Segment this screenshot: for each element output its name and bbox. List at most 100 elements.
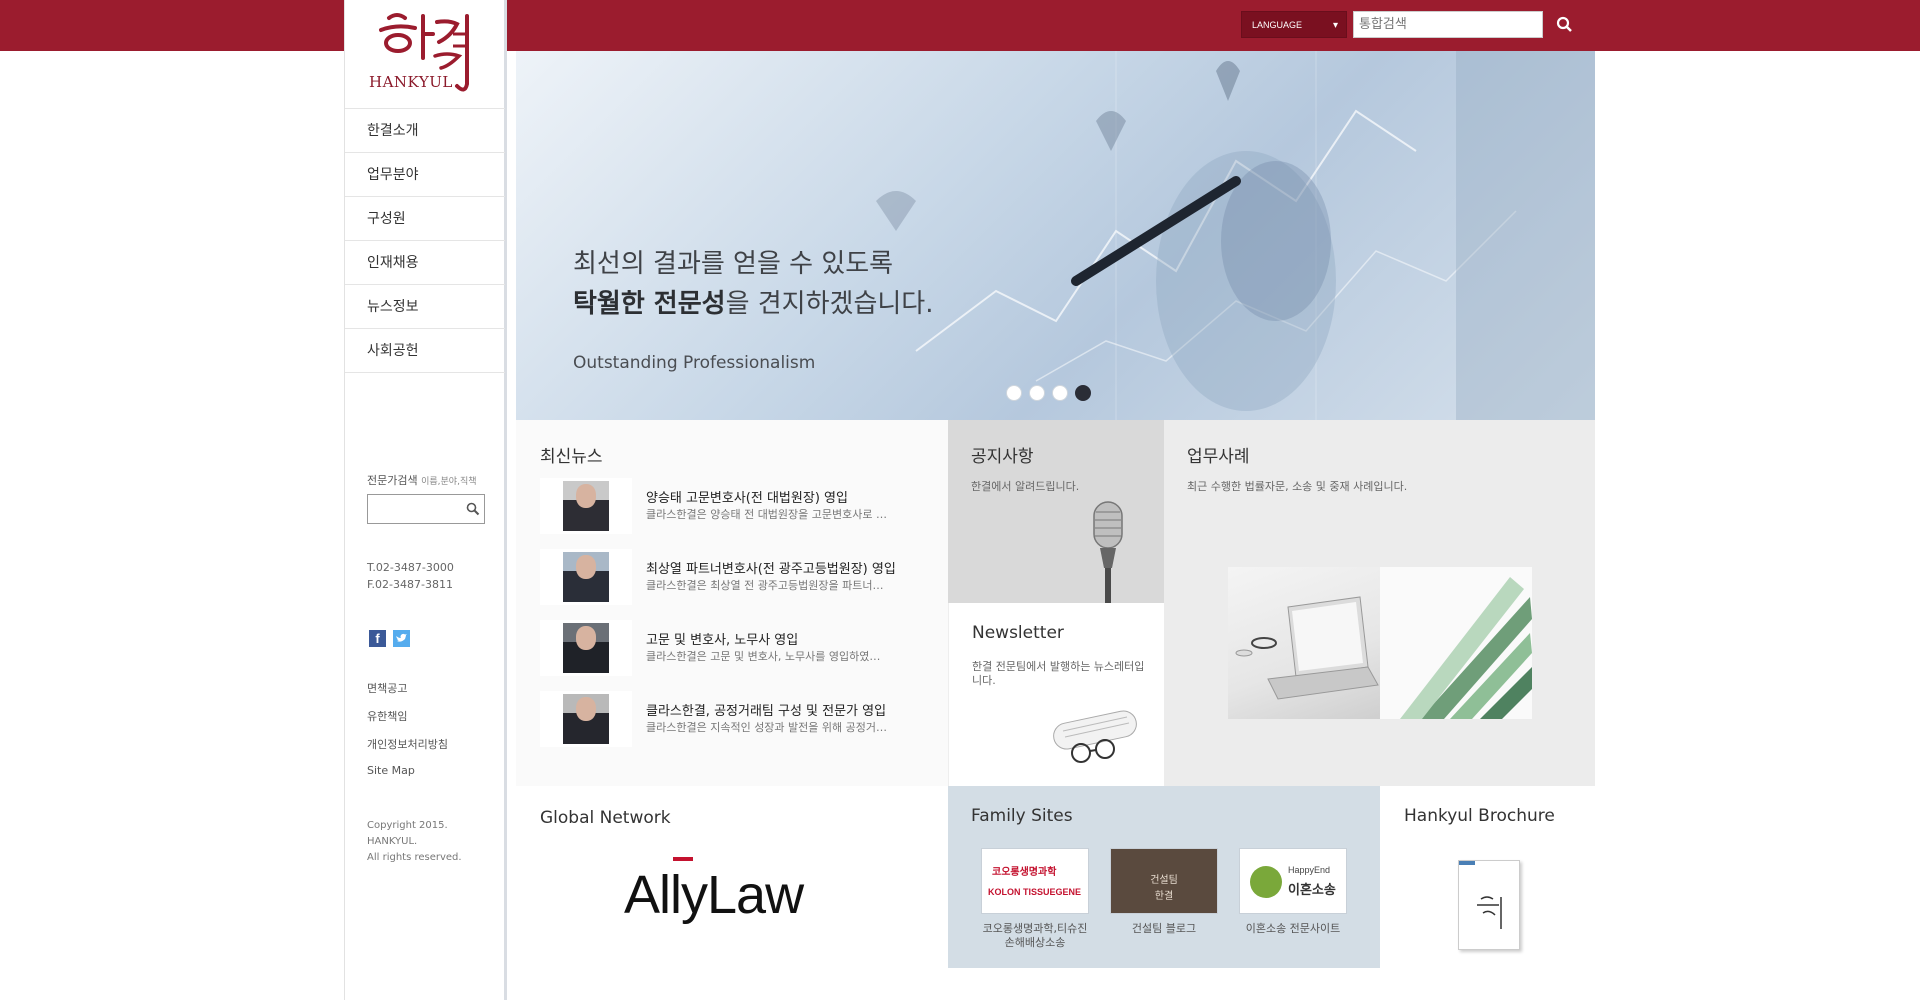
nav-item-careers[interactable]: 인재채용	[345, 241, 505, 285]
phone-number: T.02-3487-3000	[367, 561, 454, 574]
facebook-icon[interactable]: f	[369, 630, 386, 647]
allylaw-accent-bar	[673, 857, 693, 861]
expert-search-title: 전문가검색	[367, 474, 418, 487]
footer-link-sitemap[interactable]: Site Map	[367, 764, 448, 792]
news-description: 클라스한결은 최상열 전 광주고등법원장을 파트너…	[646, 579, 884, 592]
brochure-cover-image	[1458, 860, 1520, 950]
notice-title: 공지사항	[971, 447, 1034, 467]
business-cases-panel[interactable]: 업무사례 최근 수행한 법률자문, 소송 및 중재 사례입니다.	[1164, 420, 1595, 786]
language-select[interactable]: LANGUAGE ▾	[1241, 11, 1347, 38]
slide-indicators	[1006, 385, 1098, 405]
construction-blog-logo-line2: 한결	[1154, 891, 1174, 902]
kolon-logo-line2: KOLON TISSUEGENE	[988, 887, 1082, 897]
news-thumbnail	[540, 478, 632, 534]
family-site-label: 건설팀 블로그	[1131, 922, 1197, 935]
brochure-title: Hankyul Brochure	[1404, 806, 1555, 826]
news-thumbnail	[540, 691, 632, 747]
family-site-construction-blog[interactable]: 건설팀 한결 건설팀 블로그	[1110, 848, 1218, 936]
newsletter-title: Newsletter	[972, 623, 1064, 643]
happyend-logo-line2: 이혼소송	[1288, 883, 1336, 898]
expert-search-input[interactable]	[367, 494, 485, 524]
sidebar: HANKYUL 한결소개 업무분야 구성원 인재채용 뉴스정보 사회공헌 전문가…	[344, 0, 507, 1000]
hero-subtitle: Outstanding Professionalism	[573, 353, 816, 373]
fax-number: F.02-3487-3811	[367, 578, 453, 591]
news-headline: 클라스한결, 공정거래팀 구성 및 전문가 영입	[646, 704, 887, 719]
latest-news-panel: 최신뉴스 양승태 고문변호사(전 대법원장) 영입 클라스한결은 양승태 전 대…	[516, 420, 948, 786]
hero-headline-rest: 을 견지하겠습니다.	[725, 289, 934, 319]
microphone-icon	[1093, 501, 1123, 608]
family-site-label: 이혼소송 전문사이트	[1245, 922, 1341, 935]
news-description: 클라스한결은 지속적인 성장과 발전을 위해 공정거…	[646, 721, 888, 734]
laptop-image	[1228, 567, 1380, 719]
newsletter-panel[interactable]: Newsletter 한결 전문팀에서 발행하는 뉴스레터입니다.	[948, 603, 1164, 786]
copyright-line: Copyright 2015.	[367, 820, 448, 831]
family-sites-panel: Family Sites 코오롱생명과학 KOLON TISSUEGENE 코오…	[948, 786, 1380, 968]
hero-headline-line1: 최선의 결과를 얻을 수 있도록	[573, 249, 894, 279]
footer-link-disclaimer[interactable]: 면책공고	[367, 680, 448, 708]
folders-image	[1380, 567, 1532, 719]
news-thumbnail	[540, 549, 632, 605]
logo-text: HANKYUL	[369, 73, 453, 91]
news-item[interactable]: 양승태 고문변호사(전 대법원장) 영입 클라스한결은 양승태 전 대법원장을 …	[540, 478, 934, 534]
nav-item-about[interactable]: 한결소개	[345, 109, 505, 153]
happyend-logo-line1: HappyEnd	[1288, 865, 1331, 875]
allylaw-logo[interactable]: AllyLaw	[612, 854, 852, 938]
expert-search-label: 전문가검색 이름,분야,직책	[367, 472, 477, 488]
hero-headline-line2: 탁월한 전문성을 견지하겠습니다.	[573, 283, 933, 320]
chevron-down-icon: ▾	[1332, 20, 1338, 31]
allylaw-logo-text: AllyLaw	[624, 865, 804, 925]
hero-banner[interactable]: 최선의 결과를 얻을 수 있도록 탁월한 전문성을 견지하겠습니다. Outst…	[516, 51, 1595, 420]
brochure-panel[interactable]: Hankyul Brochure	[1380, 786, 1595, 968]
family-site-kolon[interactable]: 코오롱생명과학 KOLON TISSUEGENE 코오롱생명과학,티슈진 손해배…	[981, 848, 1089, 950]
news-description: 클라스한결은 양승태 전 대법원장을 고문변호사로 …	[646, 508, 888, 521]
nav-item-practice[interactable]: 업무분야	[345, 153, 505, 197]
notice-panel[interactable]: 공지사항 한결에서 알려드립니다.	[948, 420, 1164, 608]
nav-item-members[interactable]: 구성원	[345, 197, 505, 241]
business-cases-title: 업무사례	[1187, 447, 1250, 467]
happyend-circle-icon	[1250, 866, 1282, 898]
expert-search-hint: 이름,분야,직책	[421, 477, 477, 487]
newsletter-description: 한결 전문팀에서 발행하는 뉴스레터입니다.	[972, 660, 1145, 687]
news-headline: 양승태 고문변호사(전 대법원장) 영입	[646, 491, 848, 506]
copyright-line: HANKYUL.	[367, 836, 418, 847]
footer-links: 면책공고 유한책임 개인정보처리방침 Site Map	[367, 680, 448, 792]
notice-description: 한결에서 알려드립니다.	[971, 480, 1080, 493]
family-site-divorce[interactable]: HappyEnd 이혼소송 이혼소송 전문사이트	[1239, 848, 1347, 936]
construction-blog-logo-line1: 건설팀	[1150, 875, 1178, 886]
contact-info: T.02-3487-3000 F.02-3487-3811	[367, 559, 454, 593]
top-bar	[0, 0, 1920, 51]
kolon-logo-line1: 코오롱생명과학	[992, 867, 1057, 878]
nav-item-social[interactable]: 사회공헌	[345, 329, 505, 373]
family-sites-title: Family Sites	[971, 806, 1073, 826]
slide-dot[interactable]	[1052, 385, 1068, 401]
news-item[interactable]: 고문 및 변호사, 노무사 영입 클라스한결은 고문 및 변호사, 노무사를 영…	[540, 620, 934, 676]
copyright: Copyright 2015. HANKYUL. All rights rese…	[367, 818, 462, 866]
hero-headline-bold: 탁월한 전문성	[573, 289, 726, 319]
construction-blog-logo: 건설팀 한결	[1110, 848, 1218, 914]
copyright-line: All rights reserved.	[367, 852, 462, 863]
news-item[interactable]: 클라스한결, 공정거래팀 구성 및 전문가 영입 클라스한결은 지속적인 성장과…	[540, 691, 934, 747]
slide-dot[interactable]	[1029, 385, 1045, 401]
slide-dot-active[interactable]	[1075, 385, 1091, 401]
nav-item-news[interactable]: 뉴스정보	[345, 285, 505, 329]
kolon-logo: 코오롱생명과학 KOLON TISSUEGENE	[981, 848, 1089, 914]
footer-link-privacy[interactable]: 개인정보처리방침	[367, 736, 448, 764]
latest-news-title[interactable]: 최신뉴스	[540, 442, 603, 467]
search-icon	[1556, 16, 1572, 32]
search-input[interactable]	[1353, 11, 1543, 38]
news-item[interactable]: 최상열 파트너변호사(전 광주고등법원장) 영입 클라스한결은 최상열 전 광주…	[540, 549, 934, 605]
news-headline: 최상열 파트너변호사(전 광주고등법원장) 영입	[646, 562, 896, 577]
footer-link-limited-liability[interactable]: 유한책임	[367, 708, 448, 736]
newspaper-icon	[1053, 710, 1137, 763]
news-thumbnail	[540, 620, 632, 676]
search-icon	[466, 502, 480, 516]
twitter-icon[interactable]	[393, 630, 411, 647]
business-cases-description: 최근 수행한 법률자문, 소송 및 중재 사례입니다.	[1187, 480, 1408, 493]
language-label: LANGUAGE	[1252, 20, 1303, 30]
search-button[interactable]	[1553, 13, 1577, 37]
slide-dot[interactable]	[1006, 385, 1022, 401]
social-links: f	[369, 630, 412, 649]
happyend-logo: HappyEnd 이혼소송	[1239, 848, 1347, 914]
family-site-label: 코오롱생명과학,티슈진 손해배상소송	[982, 922, 1088, 949]
news-description: 클라스한결은 고문 및 변호사, 노무사를 영입하였…	[646, 650, 881, 663]
